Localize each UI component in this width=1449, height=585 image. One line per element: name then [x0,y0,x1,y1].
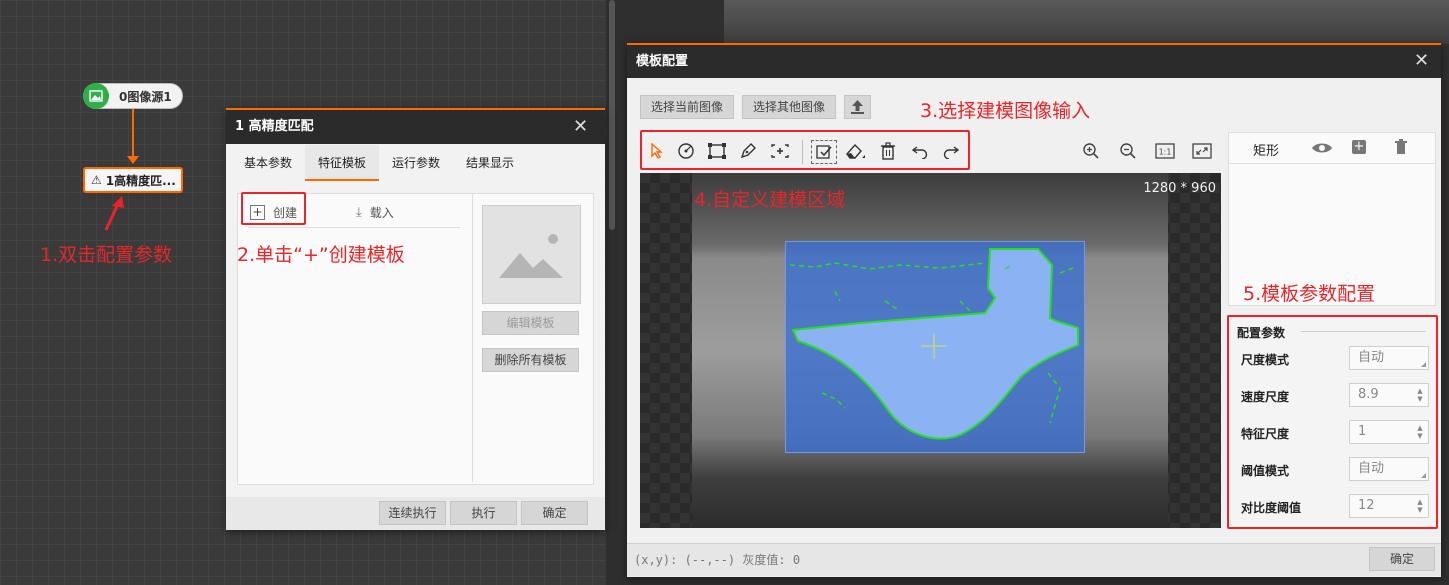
fit-window-icon [1192,143,1212,159]
create-highlight [241,192,306,225]
close-icon[interactable]: ✕ [1414,50,1429,71]
image-source-node[interactable]: 0图像源1 [83,83,183,109]
step4-annotation: 4.自定义建模区域 [694,189,846,211]
template-dialog-title: 模板配置 [636,54,689,69]
image-placeholder-icon [499,234,563,278]
annotation-arrow-icon [104,196,124,231]
zoom-in-icon [1083,143,1099,159]
actual-size-button[interactable]: 1:1 [1153,140,1177,162]
tab-run-params[interactable]: 运行参数 [379,145,453,181]
canvas-scrollbar[interactable] [609,0,615,230]
load-label: 载入 [369,205,394,220]
match-dialog: 1 高精度匹配 ✕ 基本参数 特征模板 运行参数 结果显示 + 创建 ⤓ 载入 编辑模… [226,108,605,530]
connector-arrow-icon [127,156,139,164]
actual-size-icon: 1:1 [1155,143,1175,159]
template-thumbnail [482,205,581,304]
run-continuous-button[interactable]: 连续执行 [379,501,446,525]
shape-header-label: 矩形 [1253,144,1280,159]
tab-feature-template[interactable]: 特征模板 [305,145,380,181]
template-dialog-title-bar: 模板配置 [627,45,1441,78]
template-ok-button[interactable]: 确定 [1369,547,1435,571]
trash-icon[interactable] [1394,139,1408,158]
edit-template-button[interactable]: 编辑模板 [482,311,579,335]
svg-text:1:1: 1:1 [1159,148,1172,157]
ok-button[interactable]: 确定 [521,501,588,525]
template-shape [789,248,1079,440]
step2-annotation: 2.单击“+”创建模板 [237,244,405,266]
toolbar-highlight [640,130,970,170]
add-shape-icon[interactable]: + [1352,140,1366,154]
eye-icon[interactable] [1311,141,1333,158]
status-coords: (x,y): (--,--) 灰度值: 0 [634,553,801,567]
match-tabs: 基本参数 特征模板 运行参数 结果显示 [231,145,527,181]
image-size-label: 1280 * 960 [1143,181,1216,196]
match-node[interactable]: ⚠ 1高精度匹... [83,167,183,193]
template-panel: + 创建 ⤓ 载入 编辑模板 删除所有模板 [237,193,594,485]
shape-panel-header: 矩形 + [1229,133,1435,164]
zoom-in-button[interactable] [1079,140,1103,162]
upload-button[interactable] [844,95,871,119]
image-icon [83,83,109,109]
step1-annotation: 1.双击配置参数 [40,244,173,266]
close-icon[interactable]: ✕ [573,116,588,137]
step3-annotation: 3.选择建模图像输入 [920,100,1091,122]
tab-result-display[interactable]: 结果显示 [453,145,527,181]
tab-basic-params[interactable]: 基本参数 [231,145,305,181]
run-button[interactable]: 执行 [450,501,517,525]
fit-window-button[interactable] [1190,140,1214,162]
match-dialog-title-bar: 1 高精度匹配 [226,110,605,144]
select-current-image-button[interactable]: 选择当前图像 [640,95,734,119]
params-highlight [1227,315,1438,529]
zoom-out-icon [1120,143,1136,159]
template-list-area [238,194,473,482]
step5-annotation: 5.模板参数配置 [1243,283,1376,305]
list-header-divider [248,227,460,228]
node-label: 1高精度匹... [105,173,176,188]
upload-icon [851,100,864,114]
node-label: 0图像源1 [119,89,172,104]
image-viewer[interactable]: 1280 * 960 4.自定义建模区域 [640,173,1221,528]
download-icon: ⤓ [356,204,362,220]
connector-line [132,109,134,161]
match-dialog-title: 1 高精度匹配 [235,119,314,134]
delete-all-templates-button[interactable]: 删除所有模板 [482,348,579,372]
zoom-out-button[interactable] [1116,140,1140,162]
warning-icon: ⚠ [91,173,102,187]
background-image-strip [724,0,1449,44]
load-button[interactable]: ⤓ 载入 [356,203,416,221]
select-other-image-button[interactable]: 选择其他图像 [742,95,836,119]
